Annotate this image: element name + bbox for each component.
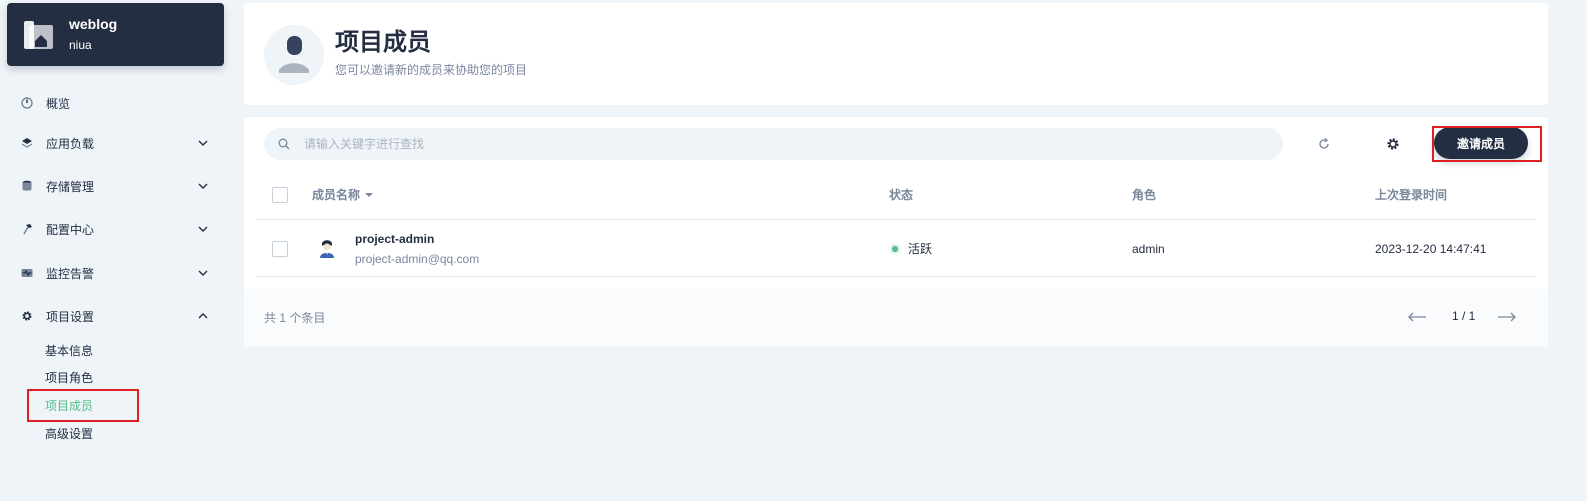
member-email: project-admin@qq.com [355, 251, 480, 266]
workspace-name: niua [69, 38, 92, 52]
nav-storage-label: 存储管理 [46, 179, 95, 194]
chevron-down-icon [198, 270, 208, 276]
search-input[interactable] [304, 137, 1204, 151]
nav-workloads-label: 应用负载 [46, 136, 95, 151]
nav-monitoring-label: 监控告警 [46, 266, 95, 281]
select-all-checkbox[interactable] [272, 186, 288, 203]
nav-project-roles[interactable]: 项目角色 [45, 368, 93, 388]
project-card[interactable]: weblog niua [7, 3, 224, 66]
chevron-down-icon [198, 183, 208, 189]
page-indicator: 1 / 1 [1452, 309, 1476, 323]
layers-icon [20, 136, 34, 150]
column-role: 角色 [1132, 188, 1157, 202]
arrow-left-icon[interactable] [1407, 310, 1427, 324]
project-icon [24, 20, 53, 49]
member-name[interactable]: project-admin [355, 230, 434, 248]
nav-project-settings[interactable]: 项目设置 [20, 303, 215, 329]
nav-workloads[interactable]: 应用负载 [20, 130, 215, 156]
user-avatar-icon [318, 221, 336, 276]
column-last-login: 上次登录时间 [1375, 188, 1448, 202]
column-label: 成员名称 [312, 188, 361, 202]
member-role: admin [1132, 241, 1165, 256]
search-bar[interactable] [264, 128, 1283, 160]
column-member-name[interactable]: 成员名称 [312, 170, 374, 219]
nav-config-label: 配置中心 [46, 222, 95, 237]
refresh-button[interactable] [1313, 133, 1335, 155]
dashboard-icon [20, 96, 34, 110]
monitor-icon [20, 266, 34, 280]
project-name: weblog [69, 16, 118, 32]
nav-advanced-settings[interactable]: 高级设置 [45, 424, 93, 444]
row-checkbox[interactable] [272, 240, 288, 257]
refresh-icon [1319, 138, 1329, 149]
user-avatar-icon [264, 25, 324, 85]
nav-settings-label: 项目设置 [46, 309, 95, 324]
chevron-up-icon [198, 313, 208, 319]
table-row[interactable]: project-admin project-admin@qq.com 活跃 ad… [256, 221, 1536, 277]
toolbar: 邀请成员 [244, 117, 1548, 169]
nav-config[interactable]: 配置中心 [20, 216, 215, 242]
column-status: 状态 [889, 188, 914, 202]
nav-monitoring[interactable]: 监控告警 [20, 260, 215, 286]
gear-icon [1387, 138, 1399, 150]
members-table-card: 邀请成员 成员名称 状态 角色 上次登录时间 project-admin pro… [244, 117, 1548, 346]
search-icon [278, 138, 290, 150]
highlight-box [27, 389, 139, 422]
total-count: 共 1 个条目 [264, 311, 326, 325]
database-icon [20, 179, 34, 193]
gear-icon [20, 309, 34, 323]
table-header: 成员名称 状态 角色 上次登录时间 [256, 170, 1536, 220]
nav-storage[interactable]: 存储管理 [20, 173, 215, 199]
nav-overview[interactable]: 概览 [20, 90, 215, 116]
page-description: 您可以邀请新的成员来协助您的项目 [335, 63, 528, 77]
status-active-icon [892, 245, 898, 252]
arrow-right-icon[interactable] [1497, 310, 1517, 324]
page-title: 项目成员 [335, 29, 431, 56]
nav-overview-label: 概览 [46, 96, 71, 111]
sort-down-icon [365, 192, 374, 197]
nav-basic-info[interactable]: 基本信息 [45, 341, 93, 361]
page-header: 项目成员 您可以邀请新的成员来协助您的项目 [244, 3, 1548, 105]
table-footer: 共 1 个条目 1 / 1 [244, 289, 1548, 346]
settings-button[interactable] [1382, 133, 1404, 155]
member-last-login: 2023-12-20 14:47:41 [1375, 241, 1487, 256]
chevron-down-icon [198, 140, 208, 146]
highlight-box [1432, 126, 1542, 162]
hammer-icon [20, 222, 34, 236]
member-status: 活跃 [908, 242, 933, 256]
chevron-down-icon [198, 226, 208, 232]
